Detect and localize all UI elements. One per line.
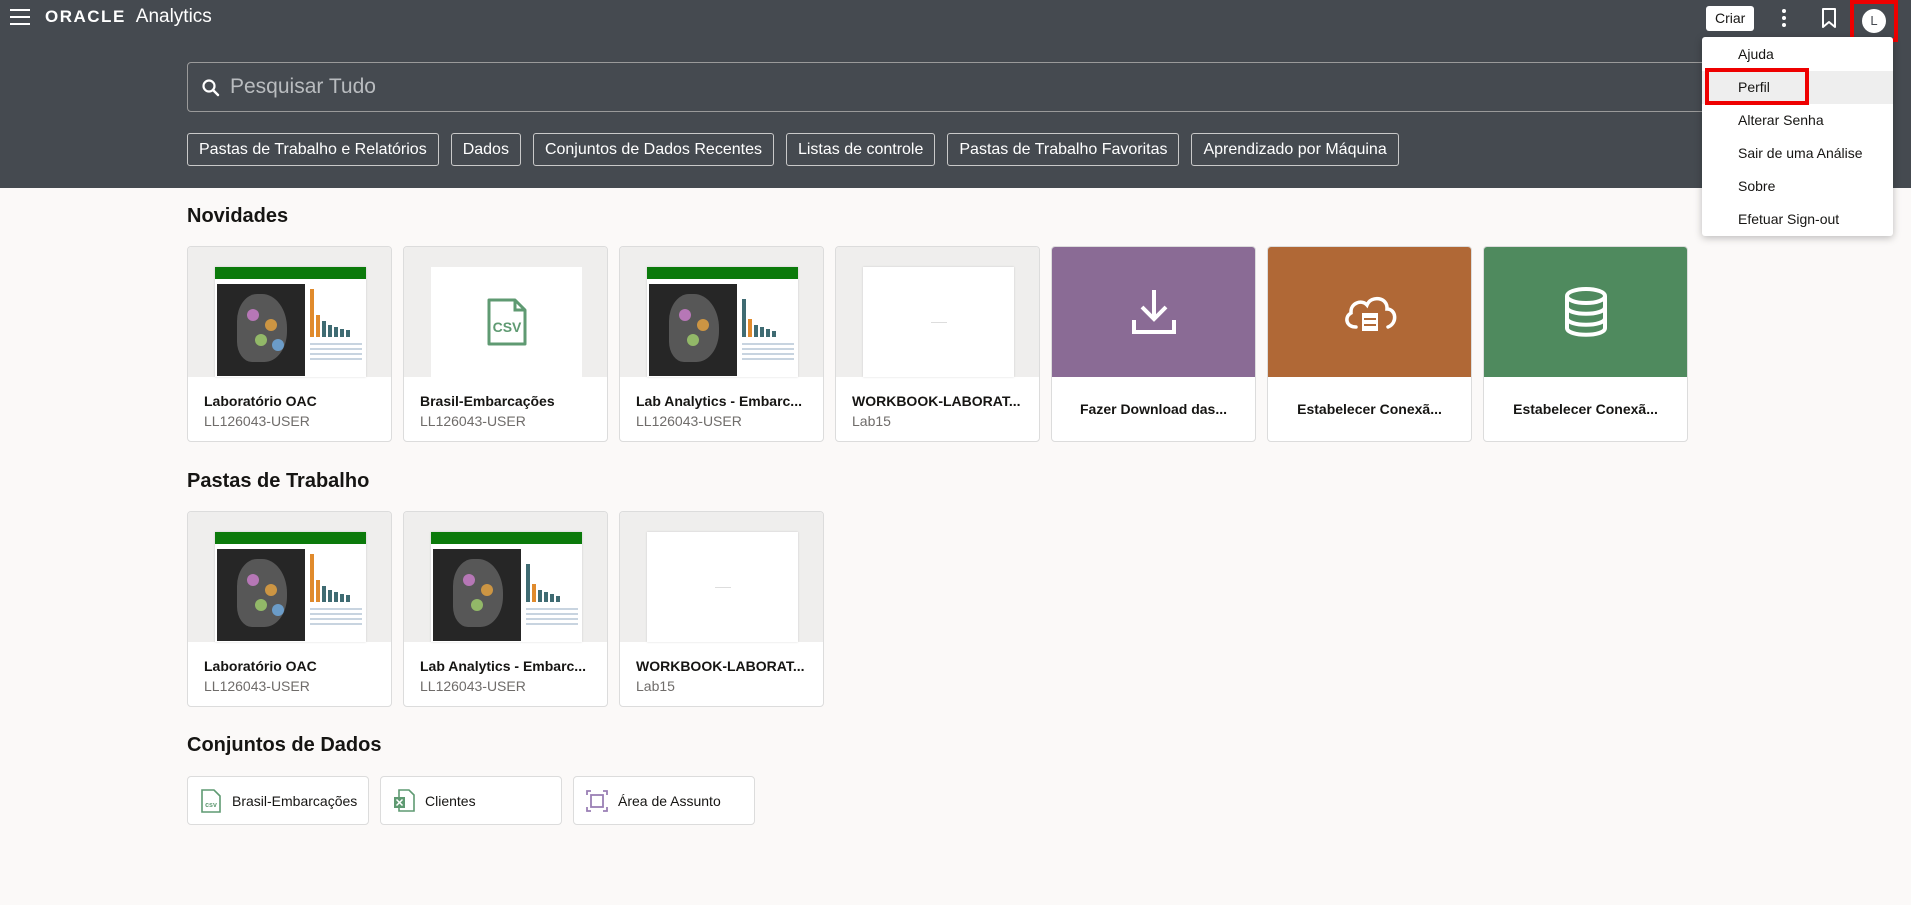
card-title: Lab Analytics - Embarc... — [420, 658, 586, 674]
avatar-highlight: L — [1850, 0, 1898, 42]
connection-action-card[interactable]: Estabelecer Conexã... — [1483, 246, 1688, 442]
filter-chip[interactable]: Aprendizado por Máquina — [1191, 133, 1399, 166]
card-title: Laboratório OAC — [204, 658, 317, 674]
csv-file-icon: csv — [201, 788, 221, 813]
section-title-novidades: Novidades — [187, 205, 289, 227]
subject-area-icon — [586, 789, 608, 812]
dataset-thumbnail: CSV — [404, 247, 607, 377]
card-title: Fazer Download das... — [1079, 401, 1228, 417]
menu-item-sair-analise[interactable]: Sair de uma Análise — [1702, 137, 1893, 170]
menu-item-sign-out[interactable]: Efetuar Sign-out — [1702, 203, 1893, 236]
cloud-database-icon — [1344, 296, 1396, 331]
dataset-label: Brasil-Embarcações — [232, 792, 358, 809]
workbook-card[interactable]: Lab Analytics - Embarc... LL126043-USER — [619, 246, 824, 442]
workbook-thumbnail — [620, 247, 823, 377]
filter-chip[interactable]: Pastas de Trabalho e Relatórios — [187, 133, 439, 166]
card-title: Lab Analytics - Embarc... — [636, 393, 802, 409]
card-owner: LL126043-USER — [636, 413, 742, 429]
filter-chips: Pastas de Trabalho e Relatórios Dados Co… — [187, 133, 1399, 166]
menu-item-sobre[interactable]: Sobre — [1702, 170, 1893, 203]
workbook-thumbnail — [620, 512, 823, 642]
card-owner: Lab15 — [636, 678, 675, 694]
card-owner: LL126043-USER — [204, 413, 310, 429]
card-title: WORKBOOK-LABORAT... — [852, 393, 1021, 409]
pastas-cards: Laboratório OAC LL126043-USER Lab Analyt… — [187, 511, 824, 707]
action-thumbnail — [1484, 247, 1687, 377]
workbook-card[interactable]: WORKBOOK-LABORAT... Lab15 — [835, 246, 1040, 442]
oracle-logo: ORACLE — [45, 7, 126, 26]
filter-chip[interactable]: Listas de controle — [785, 133, 936, 166]
action-thumbnail — [1052, 247, 1255, 377]
database-icon — [1564, 287, 1607, 337]
card-title: Brasil-Embarcações — [420, 393, 555, 409]
filter-chip[interactable]: Conjuntos de Dados Recentes — [532, 133, 774, 166]
action-thumbnail — [1268, 247, 1471, 377]
dataset-item[interactable]: Área de Assunto — [573, 776, 755, 825]
csv-label: CSV — [492, 319, 521, 335]
connection-action-card[interactable]: Estabelecer Conexã... — [1267, 246, 1472, 442]
workbook-thumbnail — [188, 512, 391, 642]
dataset-label: Área de Assunto — [618, 792, 721, 809]
dataset-label: Clientes — [425, 792, 476, 809]
card-title: WORKBOOK-LABORAT... — [636, 658, 805, 674]
workbook-thumbnail — [188, 247, 391, 377]
dataset-card[interactable]: CSV Brasil-Embarcações LL126043-USER — [403, 246, 608, 442]
excel-file-icon — [394, 788, 415, 812]
dataset-item[interactable]: Clientes — [380, 776, 562, 825]
avatar[interactable]: L — [1862, 9, 1886, 33]
workbook-card[interactable]: Laboratório OAC LL126043-USER — [187, 246, 392, 442]
top-bar: ORACLE Analytics Criar L — [0, 0, 1911, 42]
filter-chip[interactable]: Dados — [450, 133, 521, 166]
novidades-cards: Laboratório OAC LL126043-USER CSV Brasil… — [187, 246, 1688, 442]
brand[interactable]: ORACLE Analytics — [45, 6, 212, 28]
workbook-card[interactable]: WORKBOOK-LABORAT... Lab15 — [619, 511, 824, 707]
search-icon — [202, 79, 220, 97]
card-title: Estabelecer Conexã... — [1297, 401, 1442, 417]
download-action-card[interactable]: Fazer Download das... — [1051, 246, 1256, 442]
perfil-highlight — [1705, 68, 1809, 105]
workbook-thumbnail — [836, 247, 1039, 377]
workbook-thumbnail — [404, 512, 607, 642]
workbook-card[interactable]: Laboratório OAC LL126043-USER — [187, 511, 392, 707]
section-title-pastas: Pastas de Trabalho — [187, 470, 370, 492]
card-owner: LL126043-USER — [420, 678, 526, 694]
search-input[interactable] — [230, 63, 1670, 111]
svg-text:csv: csv — [205, 802, 217, 809]
header: ORACLE Analytics Criar L Pastas de Traba… — [0, 0, 1911, 188]
search-bar[interactable] — [187, 62, 1717, 112]
card-title: Laboratório OAC — [204, 393, 317, 409]
download-icon — [1131, 290, 1176, 334]
section-title-conjuntos: Conjuntos de Dados — [187, 734, 382, 756]
card-title: Estabelecer Conexã... — [1513, 401, 1658, 417]
user-menu: Ajuda Perfil Alterar Senha Sair de uma A… — [1702, 37, 1893, 236]
dataset-item[interactable]: csv Brasil-Embarcações — [187, 776, 369, 825]
card-owner: Lab15 — [852, 413, 891, 429]
bookmark-icon[interactable] — [1817, 6, 1841, 30]
workbook-card[interactable]: Lab Analytics - Embarc... LL126043-USER — [403, 511, 608, 707]
card-owner: LL126043-USER — [204, 678, 310, 694]
menu-item-ajuda[interactable]: Ajuda — [1702, 38, 1893, 71]
hamburger-menu-icon[interactable] — [10, 9, 30, 25]
create-button[interactable]: Criar — [1706, 6, 1755, 31]
more-options-icon[interactable] — [1772, 6, 1796, 30]
filter-chip[interactable]: Pastas de Trabalho Favoritas — [947, 133, 1180, 166]
menu-item-alterar-senha[interactable]: Alterar Senha — [1702, 104, 1893, 137]
app-name: Analytics — [135, 6, 212, 27]
dataset-list: csv Brasil-Embarcações Clientes Área de … — [187, 776, 755, 825]
csv-file-icon: CSV — [487, 298, 526, 346]
card-owner: LL126043-USER — [420, 413, 526, 429]
